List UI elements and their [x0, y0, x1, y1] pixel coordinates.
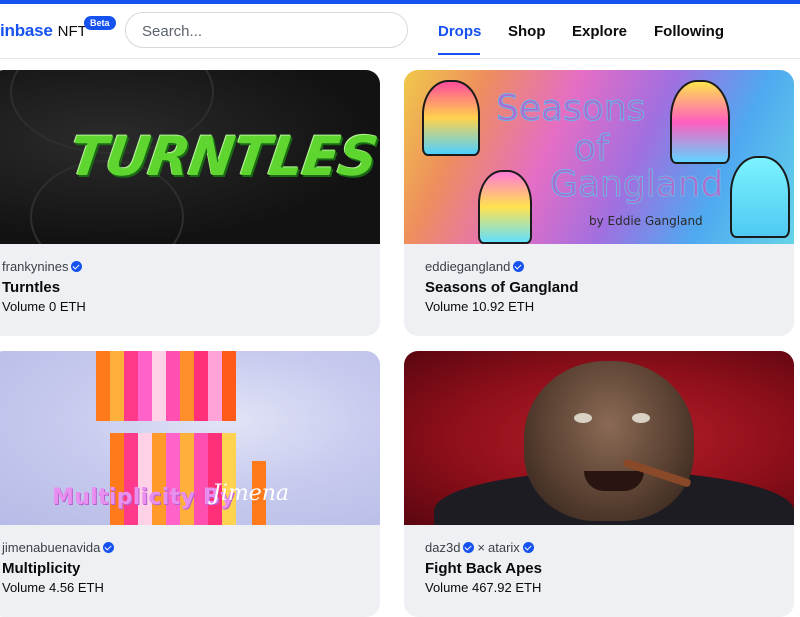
creator-name[interactable]: daz3d — [425, 540, 460, 555]
drop-title: Multiplicity — [2, 560, 81, 577]
verified-icon — [463, 542, 475, 553]
color-stripe — [166, 433, 180, 525]
nav-following[interactable]: Following — [654, 23, 724, 40]
color-stripe — [180, 433, 194, 525]
artwork-title-line-1: Seasons — [495, 88, 646, 130]
artwork-logo-text: TURNTLES — [65, 125, 380, 188]
color-stripe — [124, 433, 138, 525]
color-stripe — [96, 351, 110, 421]
drop-volume: Volume 0 ETH — [2, 299, 86, 314]
creator-line: jimenabuenavida — [2, 540, 115, 555]
drop-card-seasons-of-gangland[interactable]: Seasons of Gangland by Eddie Gangland ed… — [404, 70, 794, 336]
ghost-character — [670, 80, 730, 164]
nav-drops[interactable]: Drops — [438, 23, 481, 40]
drop-card-turntles[interactable]: TURNTLES frankynines Turntles Volume 0 E… — [0, 70, 380, 336]
color-stripe — [180, 351, 194, 421]
brand-suffix: NFT — [57, 23, 87, 40]
creator-line: daz3d × atarix — [425, 540, 534, 555]
verified-icon — [513, 261, 525, 272]
collab-separator: × — [477, 540, 486, 555]
drop-volume: Volume 4.56 ETH — [2, 580, 104, 595]
drop-artwork: Multiplicity By Jimena — [0, 351, 380, 525]
creator-line: eddiegangland — [425, 259, 525, 274]
ghost-character — [422, 80, 480, 156]
drop-volume: Volume 467.92 ETH — [425, 580, 542, 595]
drop-title: Fight Back Apes — [425, 560, 542, 577]
color-stripe — [222, 351, 236, 421]
drop-card-multiplicity[interactable]: Multiplicity By Jimena jimenabuenavida M… — [0, 351, 380, 617]
artwork-title-line-2: of — [574, 128, 610, 170]
drop-volume: Volume 10.92 ETH — [425, 299, 535, 314]
verified-icon — [522, 542, 534, 553]
color-stripe — [208, 433, 222, 525]
drop-artwork: Seasons of Gangland by Eddie Gangland — [404, 70, 794, 244]
beta-badge: Beta — [84, 16, 116, 30]
color-stripe — [166, 351, 180, 421]
verified-icon — [103, 542, 115, 553]
artwork-subtitle: by Eddie Gangland — [589, 214, 703, 228]
artwork-signature: Jimena — [212, 481, 290, 506]
ape-eye — [574, 413, 592, 423]
color-stripe — [194, 351, 208, 421]
drop-artwork — [404, 351, 794, 525]
nav-shop[interactable]: Shop — [508, 23, 546, 40]
ghost-character — [478, 170, 532, 244]
color-stripe — [208, 351, 222, 421]
color-stripe — [110, 433, 124, 525]
color-stripe — [194, 433, 208, 525]
nav-explore[interactable]: Explore — [572, 23, 627, 40]
brand-logo[interactable]: inbase NFT Beta — [0, 16, 116, 45]
color-stripe — [138, 351, 152, 421]
brand-name: inbase — [0, 21, 53, 40]
color-stripe — [152, 351, 166, 421]
color-stripe — [222, 433, 236, 525]
artwork-title: Multiplicity By — [52, 485, 235, 510]
color-stripe — [152, 433, 166, 525]
site-header: inbaseNFT Beta Drops Shop Explore Follow… — [0, 4, 800, 59]
drop-title: Turntles — [2, 279, 61, 296]
color-stripe — [138, 433, 152, 525]
creator-name[interactable]: jimenabuenavida — [2, 540, 100, 555]
artwork-title-line-3: Gangland — [549, 164, 724, 206]
verified-icon — [71, 261, 83, 272]
drop-title: Seasons of Gangland — [425, 279, 579, 296]
search-input[interactable] — [140, 13, 399, 49]
creator-name-2[interactable]: atarix — [488, 540, 520, 555]
color-stripe — [124, 351, 138, 421]
ape-head — [524, 361, 694, 521]
nav-active-underline — [438, 53, 480, 55]
creator-name[interactable]: frankynines — [2, 259, 68, 274]
ape-eye — [632, 413, 650, 423]
search-box[interactable] — [125, 12, 408, 49]
drop-artwork: TURNTLES — [0, 70, 380, 244]
drop-card-fight-back-apes[interactable]: daz3d × atarix Fight Back Apes Volume 467.… — [404, 351, 794, 617]
creator-name[interactable]: eddiegangland — [425, 259, 510, 274]
color-stripe — [110, 351, 124, 421]
ghost-character — [730, 156, 790, 238]
creator-line: frankynines — [2, 259, 83, 274]
